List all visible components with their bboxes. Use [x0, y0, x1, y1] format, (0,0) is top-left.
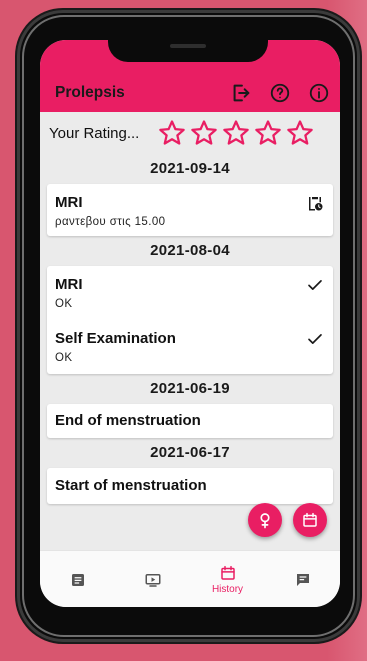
- event-note: OK: [55, 352, 73, 364]
- nav-item-chat[interactable]: [265, 551, 340, 607]
- event-title: End of menstruation: [55, 412, 201, 429]
- event-item[interactable]: MRI OK: [47, 266, 333, 320]
- calendar-fab[interactable]: [293, 503, 327, 537]
- rating-label: Your Rating...: [49, 124, 140, 142]
- nav-item-articles[interactable]: [40, 551, 115, 607]
- rating-stars: [157, 118, 315, 148]
- event-card: MRI OK Self Examination OK: [47, 266, 333, 374]
- calendar-icon: [303, 512, 317, 527]
- app-screen: Prolepsis Your Rating... 2021-09-14 MRI …: [40, 40, 340, 607]
- star-icon[interactable]: [253, 118, 283, 148]
- event-title: Start of menstruation: [55, 477, 207, 494]
- phone-speaker: [170, 44, 206, 48]
- event-note: ραντεβου στις 15.00: [55, 216, 166, 228]
- event-title: MRI: [55, 194, 83, 211]
- event-title: Self Examination: [55, 330, 176, 347]
- date-header: 2021-09-14: [150, 160, 230, 177]
- help-icon[interactable]: [269, 82, 291, 104]
- event-item[interactable]: MRI ραντεβου στις 15.00: [47, 184, 333, 236]
- event-card: Start of menstruation: [47, 468, 333, 504]
- history-list: 2021-09-14 MRI ραντεβου στις 15.00 2021-…: [40, 154, 340, 504]
- logout-icon[interactable]: [230, 82, 252, 104]
- calendar-icon: [220, 565, 235, 580]
- info-icon[interactable]: [308, 82, 330, 104]
- nav-label-history: History: [211, 584, 244, 595]
- event-note: OK: [55, 298, 73, 310]
- clipboard-clock-icon: [309, 197, 323, 211]
- check-icon: [308, 280, 322, 290]
- female-symbol-icon: [260, 513, 270, 529]
- date-header: 2021-08-04: [150, 242, 230, 259]
- bottom-nav: History: [40, 550, 340, 607]
- video-icon: [145, 573, 160, 587]
- event-card: MRI ραντεβου στις 15.00: [47, 184, 333, 236]
- event-item[interactable]: Self Examination OK: [47, 320, 333, 374]
- event-title: MRI: [55, 276, 83, 293]
- female-symbol-fab[interactable]: [248, 503, 282, 537]
- check-icon: [308, 334, 322, 344]
- nav-item-history[interactable]: History: [190, 551, 265, 607]
- date-header: 2021-06-19: [150, 380, 230, 397]
- star-icon[interactable]: [285, 118, 315, 148]
- event-card: End of menstruation: [47, 404, 333, 438]
- star-icon[interactable]: [221, 118, 251, 148]
- event-item[interactable]: Start of menstruation: [47, 468, 333, 504]
- chat-icon: [296, 573, 309, 586]
- rating-row: Your Rating...: [40, 112, 340, 154]
- date-header: 2021-06-17: [150, 444, 230, 461]
- app-title: Prolepsis: [55, 84, 125, 101]
- star-icon[interactable]: [157, 118, 187, 148]
- article-icon: [71, 573, 84, 586]
- star-icon[interactable]: [189, 118, 219, 148]
- event-item[interactable]: End of menstruation: [47, 404, 333, 438]
- nav-item-videos[interactable]: [115, 551, 190, 607]
